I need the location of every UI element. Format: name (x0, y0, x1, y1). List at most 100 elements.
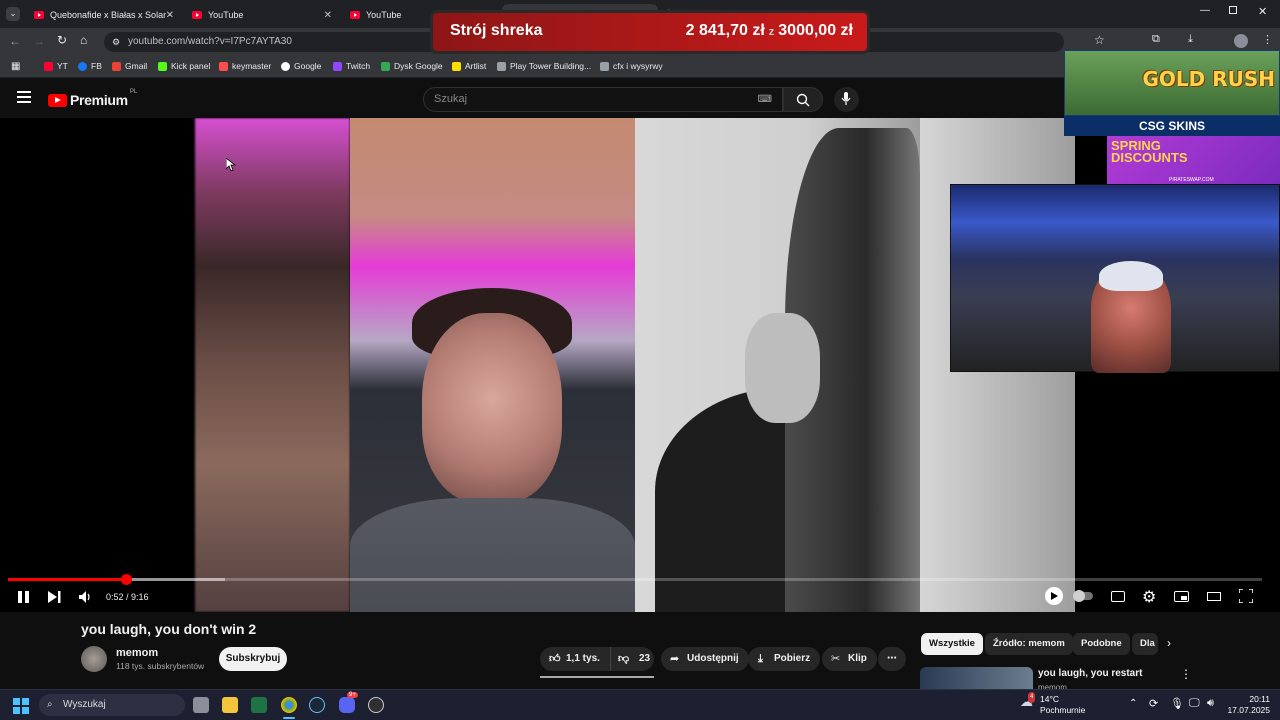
adblock-shield-icon[interactable] (1045, 587, 1063, 605)
reload-icon[interactable]: ↻ (57, 33, 67, 47)
close-tab-icon[interactable]: ✕ (324, 10, 332, 21)
chip-source[interactable]: Źródło: memom (985, 633, 1073, 655)
bookmark-yt[interactable]: YT (44, 61, 68, 71)
search-button[interactable] (783, 87, 823, 112)
close-tab-icon[interactable]: ✕ (166, 10, 174, 21)
video-panel-2 (350, 118, 635, 612)
subtitles-icon[interactable] (1111, 591, 1125, 602)
subscribe-button[interactable]: Subskrybuj (219, 647, 287, 671)
forward-icon[interactable]: → (33, 34, 45, 48)
channel-avatar[interactable] (81, 646, 107, 672)
chevron-right-icon[interactable]: › (1167, 636, 1171, 650)
bookmark-gmail[interactable]: Gmail (112, 61, 147, 71)
pause-button[interactable] (18, 591, 29, 603)
file-explorer-icon[interactable] (222, 697, 238, 713)
extensions-icon[interactable]: ⧉ (1152, 33, 1160, 46)
excel-icon[interactable] (251, 697, 267, 713)
chrome-active-indicator (283, 717, 295, 719)
back-icon[interactable]: ← (9, 34, 21, 48)
recommendation-menu-icon[interactable]: ⋮ (1180, 667, 1192, 681)
speaker-icon[interactable]: 🔊︎ (1207, 697, 1214, 710)
sync-icon[interactable]: ⟳ (1149, 697, 1158, 710)
time-display: 0:52 / 9:16 (106, 592, 149, 602)
chrome-icon[interactable] (281, 697, 297, 713)
progress-scrubber[interactable] (120, 574, 132, 585)
tab-1[interactable]: YouTube ✕ (184, 4, 338, 26)
download-button[interactable]: ⤓ Pobierz (748, 647, 821, 671)
search-input[interactable]: Szukaj ⌨ (423, 87, 783, 112)
download-icon[interactable]: ⤓ (1188, 33, 1193, 46)
bookmark-artlist[interactable]: Artlist (452, 61, 486, 71)
network-icon[interactable]: 🖵︎ (1189, 697, 1200, 710)
dislike-button[interactable]: 👎︎ 23 (610, 647, 654, 671)
theater-mode-icon[interactable] (1207, 592, 1221, 601)
chip-for-you[interactable]: Dla (1132, 633, 1158, 655)
bookmark-keymaster[interactable]: keymaster (219, 61, 271, 71)
browser-menu-icon[interactable]: ⋮ (1262, 33, 1273, 46)
close-window-icon[interactable]: ✕ (1258, 5, 1267, 18)
chip-related[interactable]: Podobne (1073, 633, 1130, 655)
image-icon (600, 61, 609, 71)
google-drive-icon (381, 61, 390, 71)
bookmark-cfx[interactable]: cfx i wysyrwy (600, 61, 663, 71)
bookmark-google[interactable]: Google (281, 61, 321, 71)
progress-bar[interactable] (8, 574, 1262, 585)
subscriber-count: 118 tys. subskrybentów (116, 661, 205, 671)
autoplay-toggle[interactable] (1073, 590, 1093, 602)
bookmark-play-tower[interactable]: Play Tower Building... (497, 61, 591, 71)
share-button[interactable]: ➦ Udostępnij (661, 647, 749, 671)
bookmark-kick[interactable]: Kick panel (158, 61, 210, 71)
miniplayer-icon[interactable] (1174, 591, 1189, 602)
tray-overflow-icon[interactable]: ⌃ (1129, 698, 1137, 709)
fullscreen-icon[interactable] (1239, 589, 1253, 603)
twitch-icon (333, 61, 342, 71)
clock-time: 20:11 (1249, 694, 1270, 704)
clip-button[interactable]: ✂ Klip (822, 647, 877, 671)
channel-name[interactable]: memom (116, 647, 158, 659)
next-button[interactable] (48, 591, 61, 603)
bookmark-drive[interactable]: Dysk Google (381, 61, 443, 71)
video-title: you laugh, you don't win 2 (81, 621, 257, 637)
task-view-icon[interactable] (193, 697, 209, 713)
profile-avatar[interactable] (1234, 34, 1248, 48)
streamer-webcam-overlay (950, 184, 1280, 373)
video-player[interactable]: 0:52 / 9:16 ⚙ (0, 118, 1280, 612)
bookmark-twitch[interactable]: Twitch (333, 61, 370, 71)
like-button[interactable]: 👍︎ 1,1 tys. (540, 647, 610, 671)
home-icon[interactable]: ⌂ (80, 33, 87, 47)
windows-start-icon[interactable] (13, 698, 29, 714)
donation-goal-banner: Strój shreka 2 841,70 zł z 3000,00 zł (433, 13, 867, 51)
steam-icon[interactable] (309, 697, 325, 713)
obs-icon[interactable] (368, 697, 384, 713)
discord-icon[interactable]: 9+ (339, 692, 358, 713)
taskbar-search[interactable]: ⌕ Wyszukaj (39, 694, 185, 716)
weather-widget[interactable]: ☁ 4 14°C Pochmurnie (1020, 692, 1085, 716)
chip-all[interactable]: Wszystkie (921, 633, 983, 655)
google-icon (281, 61, 290, 71)
site-info-icon[interactable]: ⚙ (112, 32, 120, 52)
voice-search-button[interactable] (834, 87, 859, 112)
goal-separator: z (768, 26, 775, 38)
minimize-icon[interactable]: — (1200, 5, 1210, 16)
hamburger-menu-icon[interactable] (17, 91, 31, 103)
artlist-icon (452, 61, 461, 71)
volume-button[interactable] (79, 591, 91, 603)
bookmark-star-icon[interactable]: ☆ (1094, 33, 1105, 47)
youtube-logo[interactable]: Premium PL (48, 89, 137, 108)
tab-search-icon[interactable]: ⌄ (6, 7, 20, 21)
more-horizontal-icon: ⋯ (887, 653, 897, 664)
windows-taskbar: ⌕ Wyszukaj 9+ ☁ 4 14°C Pochmurnie ⌃ ⟳ 🎙︎… (0, 689, 1280, 720)
apps-grid-icon[interactable]: ▦ (11, 61, 20, 72)
bookmark-fb[interactable]: FB (78, 61, 102, 71)
recommendation-thumbnail[interactable] (920, 667, 1033, 689)
youtube-favicon-icon (350, 11, 360, 19)
tab-0[interactable]: Quebonafide x Białas x Solar - ✕ (26, 4, 180, 26)
recommendation-title[interactable]: you laugh, you restart (1038, 668, 1142, 679)
more-actions-button[interactable]: ⋯ (878, 647, 906, 671)
scissors-icon: ✂ (831, 653, 841, 665)
microphone-tray-icon[interactable]: 🎙︎ (1170, 697, 1184, 710)
clock[interactable]: 20:11 17.07.2025 (1227, 694, 1270, 716)
keyboard-icon[interactable]: ⌨ (758, 88, 772, 111)
settings-gear-icon[interactable]: ⚙ (1142, 587, 1156, 607)
restore-icon[interactable] (1229, 6, 1237, 14)
